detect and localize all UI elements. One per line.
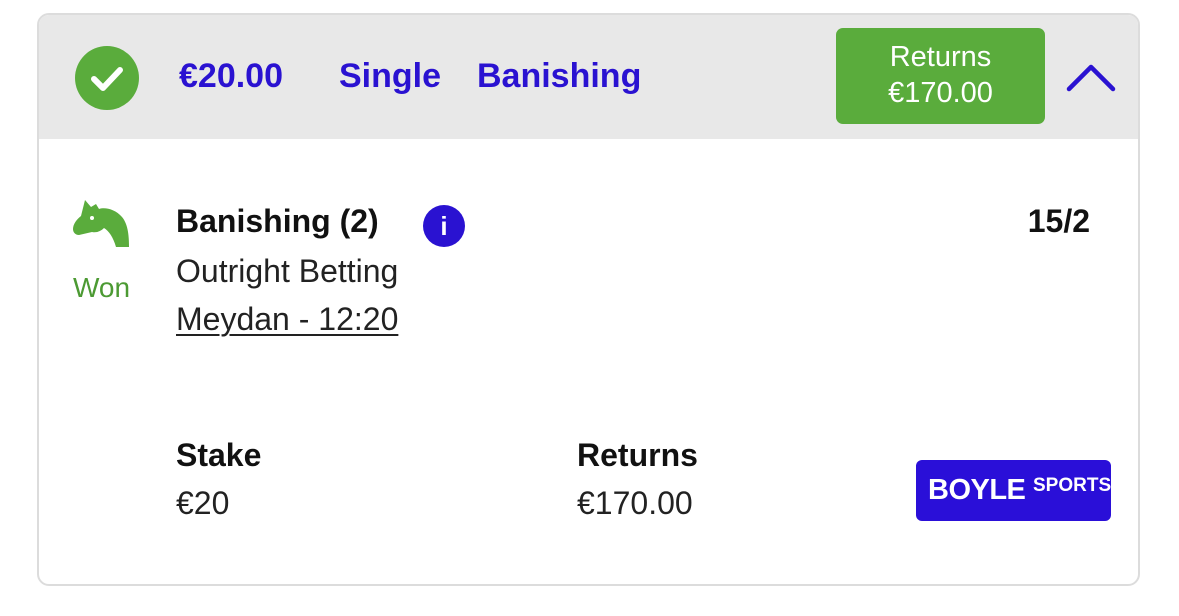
info-icon[interactable]: i bbox=[423, 205, 465, 247]
chevron-up-icon[interactable] bbox=[1065, 59, 1117, 100]
bet-header[interactable]: €20.00 Single Banishing Returns €170.00 bbox=[39, 15, 1138, 139]
leg-status: Won bbox=[73, 272, 131, 303]
stake-value: €20 bbox=[176, 485, 230, 521]
horse-head-icon bbox=[71, 197, 131, 254]
leg-odds: 15/2 bbox=[1027, 203, 1090, 239]
header-selection: Banishing bbox=[477, 57, 642, 95]
header-stake: €20.00 bbox=[179, 57, 283, 95]
returns-button-label: Returns bbox=[889, 41, 992, 73]
returns-label: Returns bbox=[577, 437, 698, 473]
check-circle-icon bbox=[75, 46, 139, 110]
leg-market: Outright Betting bbox=[176, 253, 399, 289]
brand-logo-main: BOYLE bbox=[928, 474, 1026, 506]
brand-logo: BOYLE SPORTS bbox=[916, 460, 1111, 521]
stake-label: Stake bbox=[176, 437, 262, 473]
returns-button[interactable]: Returns €170.00 bbox=[836, 28, 1045, 124]
returns-button-value: €170.00 bbox=[888, 77, 993, 109]
returns-value: €170.00 bbox=[577, 485, 693, 521]
header-bet-type: Single bbox=[339, 57, 442, 95]
event-link[interactable]: Meydan - 12:20 bbox=[176, 299, 398, 339]
bet-card: €20.00 Single Banishing Returns €170.00 … bbox=[37, 13, 1140, 586]
leg-selection: Banishing (2) bbox=[176, 203, 379, 239]
brand-logo-suffix: SPORTS bbox=[1033, 475, 1112, 496]
